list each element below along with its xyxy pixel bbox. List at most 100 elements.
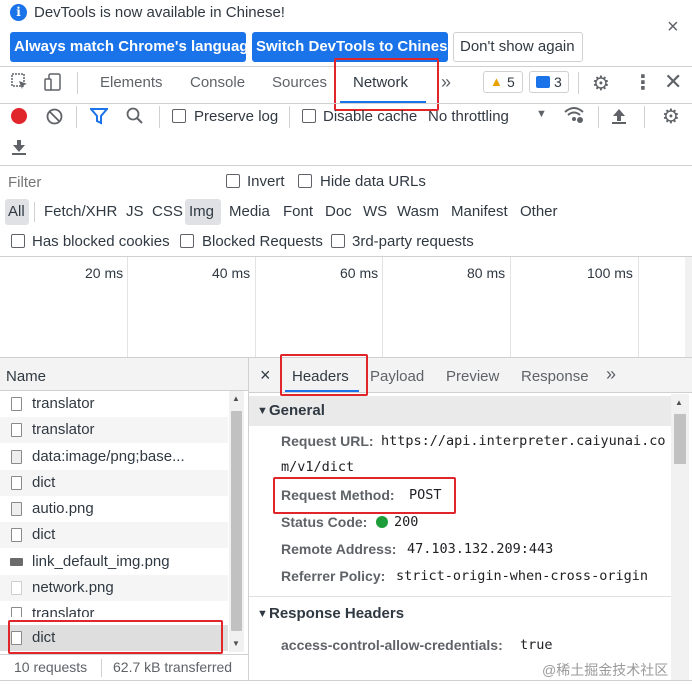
invert-checkbox[interactable] <box>226 174 240 188</box>
type-filter-img[interactable]: Img <box>189 203 214 220</box>
timeline-tick: 100 ms <box>587 265 633 281</box>
watermark: @稀土掘金技术社区 <box>542 662 669 678</box>
scroll-down-arrow[interactable]: ▼ <box>232 639 240 648</box>
scroll-up-arrow[interactable]: ▲ <box>232 394 240 403</box>
type-filter-doc[interactable]: Doc <box>325 203 352 220</box>
name-column-header[interactable]: Name <box>6 368 46 385</box>
dont-show-again-button[interactable]: Don't show again <box>453 32 583 62</box>
more-tabs-icon[interactable]: » <box>441 72 451 93</box>
timeline-tick: 60 ms <box>340 265 379 281</box>
type-filter-css[interactable]: CSS <box>152 203 183 220</box>
list-item[interactable]: link_default_img.png <box>0 549 228 575</box>
scroll-up-arrow[interactable]: ▲ <box>675 398 683 407</box>
clear-icon[interactable] <box>46 108 63 125</box>
record-icon[interactable] <box>11 108 27 124</box>
bottom-drawer-strip <box>0 680 692 697</box>
request-url-value: https://api.interpreter.caiyunai.co <box>381 433 666 449</box>
filter-input[interactable] <box>4 171 208 193</box>
file-icon <box>11 528 22 542</box>
list-item[interactable]: autio.png <box>0 496 228 522</box>
tab-console[interactable]: Console <box>190 74 245 91</box>
import-har-icon[interactable] <box>611 107 627 125</box>
headers-tab-highlight <box>280 354 368 396</box>
type-filter-js[interactable]: JS <box>126 203 144 220</box>
detail-pane: × Headers Payload Preview Response » ▼ G… <box>249 358 692 680</box>
request-list-scrollbar[interactable]: ▲ ▼ <box>229 391 244 652</box>
third-party-checkbox[interactable] <box>331 234 345 248</box>
messages-badge[interactable]: 3 <box>529 71 569 93</box>
tab-sources[interactable]: Sources <box>272 74 327 91</box>
throttling-dropdown-icon[interactable]: ▼ <box>536 108 547 120</box>
file-icon <box>11 397 22 411</box>
list-item[interactable]: dict <box>0 470 228 496</box>
more-options-icon[interactable]: ⋮ <box>633 70 653 95</box>
scrollbar-thumb[interactable] <box>674 414 686 464</box>
search-icon[interactable] <box>126 107 144 125</box>
toolbar-divider-5 <box>644 106 645 128</box>
blocked-cookies-checkbox[interactable] <box>11 234 25 248</box>
detail-scrollbar[interactable]: ▲ <box>671 394 689 680</box>
general-section-header[interactable]: ▼ General <box>249 396 671 426</box>
request-name: dict <box>32 474 56 491</box>
dict-row-highlight <box>8 620 223 654</box>
type-filter-media[interactable]: Media <box>229 203 270 220</box>
type-filter-wasm[interactable]: Wasm <box>397 203 439 220</box>
close-devtools-icon[interactable]: ✕ <box>664 69 682 95</box>
list-item[interactable]: network.png <box>0 575 228 601</box>
throttling-select[interactable]: No throttling <box>428 108 509 125</box>
third-party-label: 3rd-party requests <box>352 233 474 250</box>
disable-cache-checkbox[interactable] <box>302 109 316 123</box>
timeline-overview[interactable]: 20 ms 40 ms 60 ms 80 ms 100 ms <box>0 257 692 357</box>
always-match-language-button[interactable]: Always match Chrome's language <box>10 32 257 62</box>
image-thumbnail-icon <box>10 558 23 566</box>
request-name: data:image/png;base... <box>32 448 185 465</box>
request-list-header[interactable]: Name <box>0 358 248 391</box>
tab-response[interactable]: Response <box>521 368 589 385</box>
type-filter-font[interactable]: Font <box>283 203 313 220</box>
tab-divider-2 <box>578 72 579 94</box>
filter-funnel-icon[interactable] <box>88 108 110 125</box>
hide-data-urls-checkbox[interactable] <box>298 174 312 188</box>
response-headers-section-header[interactable]: ▼ Response Headers <box>249 599 671 629</box>
close-banner-icon[interactable]: × <box>667 16 679 39</box>
export-har-icon[interactable] <box>11 138 27 156</box>
timeline-tick: 20 ms <box>85 265 124 281</box>
list-item[interactable]: translator <box>0 391 228 417</box>
preserve-log-checkbox[interactable] <box>172 109 186 123</box>
device-toolbar-icon[interactable] <box>43 72 63 92</box>
list-item[interactable]: data:image/png;base... <box>0 444 228 470</box>
list-item[interactable]: dict <box>0 522 228 548</box>
warnings-badge[interactable]: ▲ 5 <box>483 71 523 93</box>
tab-payload[interactable]: Payload <box>370 368 424 385</box>
type-filter-fetch-xhr[interactable]: Fetch/XHR <box>44 203 117 220</box>
type-filter-all-label[interactable]: All <box>8 203 25 220</box>
blocked-requests-checkbox[interactable] <box>180 234 194 248</box>
file-icon <box>11 581 22 595</box>
tabbar-divider <box>0 103 692 104</box>
request-name: autio.png <box>32 500 94 517</box>
scrollbar-thumb[interactable] <box>231 411 242 631</box>
network-conditions-wifi-icon[interactable] <box>563 105 585 125</box>
inspect-element-icon[interactable] <box>10 72 30 92</box>
transferred-size: 62.7 kB transferred <box>113 659 233 675</box>
type-filter-other[interactable]: Other <box>520 203 558 220</box>
toolbar-divider <box>76 106 77 128</box>
list-item[interactable]: translator <box>0 601 228 617</box>
request-name: translator <box>32 395 95 412</box>
list-item[interactable]: translator <box>0 417 228 443</box>
timeline-scrollbar[interactable] <box>685 257 692 357</box>
warning-count: 5 <box>507 74 515 90</box>
status-dot-icon <box>376 516 388 528</box>
close-detail-icon[interactable]: × <box>260 365 271 386</box>
preserve-log-label: Preserve log <box>194 108 279 125</box>
more-detail-tabs-icon[interactable]: » <box>606 364 616 385</box>
network-settings-gear-icon[interactable]: ⚙ <box>662 104 680 129</box>
type-filter-ws[interactable]: WS <box>363 203 387 220</box>
timeline-tick: 80 ms <box>467 265 506 281</box>
timeline-gridline <box>382 257 383 357</box>
tab-preview[interactable]: Preview <box>446 368 499 385</box>
type-filter-manifest[interactable]: Manifest <box>451 203 508 220</box>
settings-gear-icon[interactable]: ⚙ <box>592 71 610 96</box>
tab-elements[interactable]: Elements <box>100 74 163 91</box>
blocked-requests-label: Blocked Requests <box>202 233 323 250</box>
